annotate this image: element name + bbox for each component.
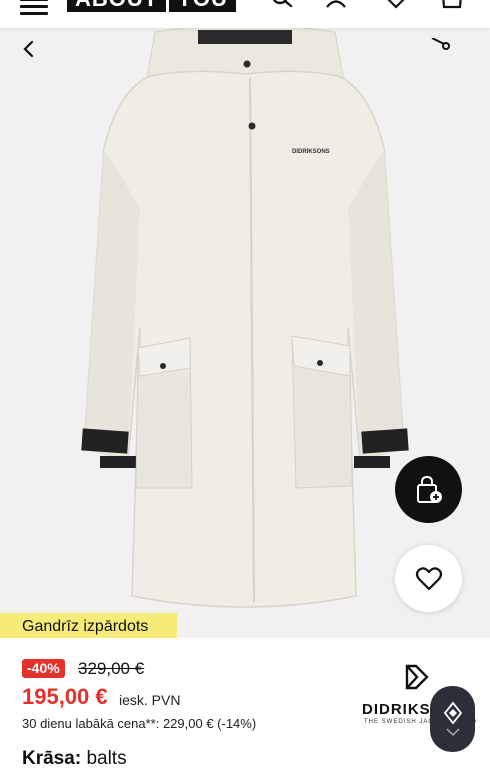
add-to-bag-button[interactable] [395, 456, 462, 523]
account-icon[interactable] [324, 0, 348, 12]
heart-icon [415, 566, 442, 590]
back-chevron-icon[interactable] [22, 40, 36, 58]
lowest-price-note: 30 dienu labākā cena**: 229,00 € (-14%) [22, 716, 257, 731]
bag-add-icon [416, 475, 442, 503]
brand-logo[interactable]: DIDRIKSONS THE SWEDISH JACKET BRAND [356, 664, 476, 730]
wishlist-icon[interactable] [384, 0, 408, 12]
logo-part-1: ABOUT [67, 0, 167, 12]
color-selection: Krāsa: balts [22, 748, 127, 770]
vat-note: iesk. PVN [119, 692, 181, 708]
top-header: ABOUT YOU [0, 0, 490, 28]
menu-icon[interactable] [20, 0, 48, 15]
add-to-wishlist-button[interactable] [395, 545, 462, 612]
color-label: Krāsa: [22, 748, 82, 769]
almost-sold-out-badge: Gandrīz izpārdots [0, 613, 177, 638]
share-icon[interactable] [428, 38, 452, 54]
assistant-button[interactable] [430, 686, 475, 752]
brand-mark-icon [405, 664, 429, 690]
about-you-logo[interactable]: ABOUT YOU [67, 0, 236, 12]
original-price: 329,00 € [78, 659, 145, 678]
color-value: balts [86, 748, 127, 769]
coat-brand-print: DIDRIKSONS [292, 149, 330, 155]
search-icon[interactable] [270, 0, 294, 12]
discount-badge: -40% [22, 659, 65, 678]
logo-part-2: YOU [166, 0, 236, 12]
sale-price: 195,00 € [22, 684, 108, 709]
assistant-icon [443, 701, 462, 737]
bag-icon[interactable] [440, 0, 464, 12]
